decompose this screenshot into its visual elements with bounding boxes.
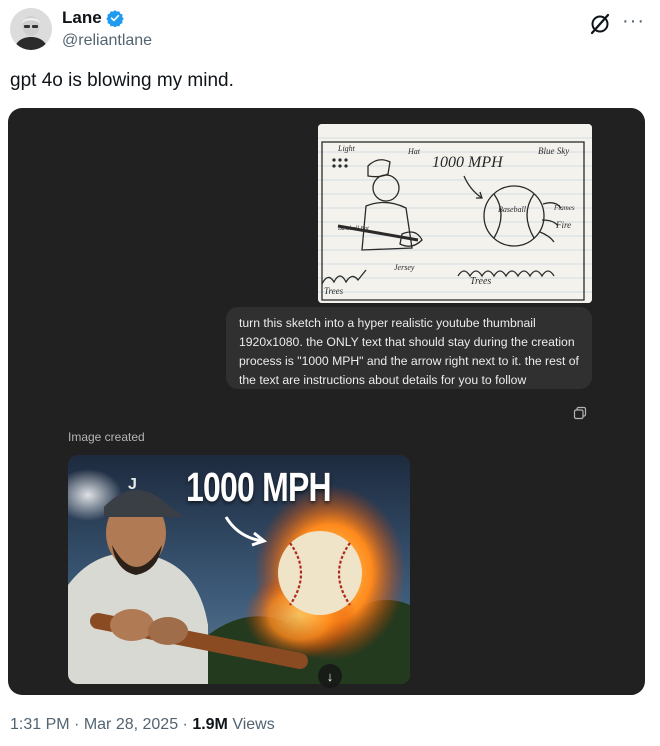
user-message-line: 1920x1080. the ONLY text that should sta… — [239, 335, 575, 349]
sketch-label: 1000 MPH — [432, 154, 504, 171]
tweet-time[interactable]: 1:31 PM — [10, 716, 70, 733]
sketch-label: Jersey — [394, 263, 415, 272]
sketch-label: Trees — [324, 286, 344, 296]
views-label: Views — [227, 716, 275, 733]
sketch-label: Fire — [555, 220, 571, 230]
sketch-label: Trees — [470, 276, 491, 287]
download-arrow-icon[interactable]: ↓ — [318, 664, 342, 688]
image-created-label: Image created — [68, 430, 145, 444]
meta-separator: · — [178, 716, 193, 733]
sketch-label: Blue Sky — [538, 146, 569, 156]
sketch-label: Baseball Bat — [338, 226, 369, 232]
view-count[interactable]: 1.9M — [192, 716, 228, 733]
user-message-bubble: turn this sketch into a hyper realistic … — [226, 307, 592, 389]
author-name[interactable]: Lane — [62, 8, 102, 28]
generated-image-headline: 1000 MPH — [186, 464, 332, 510]
copy-icon[interactable] — [573, 406, 587, 420]
sketch-label: Flames — [553, 204, 575, 212]
sketch-label: Light — [337, 144, 356, 153]
user-message-line: the text are instructions about details … — [239, 373, 527, 387]
chat-screenshot[interactable]: Light Hat 1000 MPH Blue Sky Baseball Fla… — [8, 108, 645, 695]
grok-icon[interactable] — [588, 12, 612, 36]
meta-separator: · — [69, 716, 84, 733]
sketch-image[interactable]: Light Hat 1000 MPH Blue Sky Baseball Fla… — [318, 124, 592, 303]
avatar[interactable] — [10, 8, 52, 50]
tweet-date[interactable]: Mar 28, 2025 — [84, 716, 178, 733]
cap-letter: J — [128, 476, 137, 493]
verified-badge-icon — [105, 10, 124, 27]
more-icon[interactable]: ··· — [622, 10, 645, 33]
author-name-row[interactable]: Lane — [62, 8, 124, 28]
user-message-line: turn this sketch into a hyper realistic … — [239, 316, 536, 330]
sketch-label: Baseball — [498, 205, 527, 214]
sketch-label: Hat — [407, 147, 421, 156]
author-handle[interactable]: @reliantlane — [62, 32, 152, 50]
tweet-meta: 1:31 PM · Mar 28, 2025 · 1.9M Views — [10, 716, 275, 734]
tweet-text: gpt 4o is blowing my mind. — [10, 70, 234, 91]
user-message-line: process is "1000 MPH" and the arrow righ… — [239, 354, 579, 368]
